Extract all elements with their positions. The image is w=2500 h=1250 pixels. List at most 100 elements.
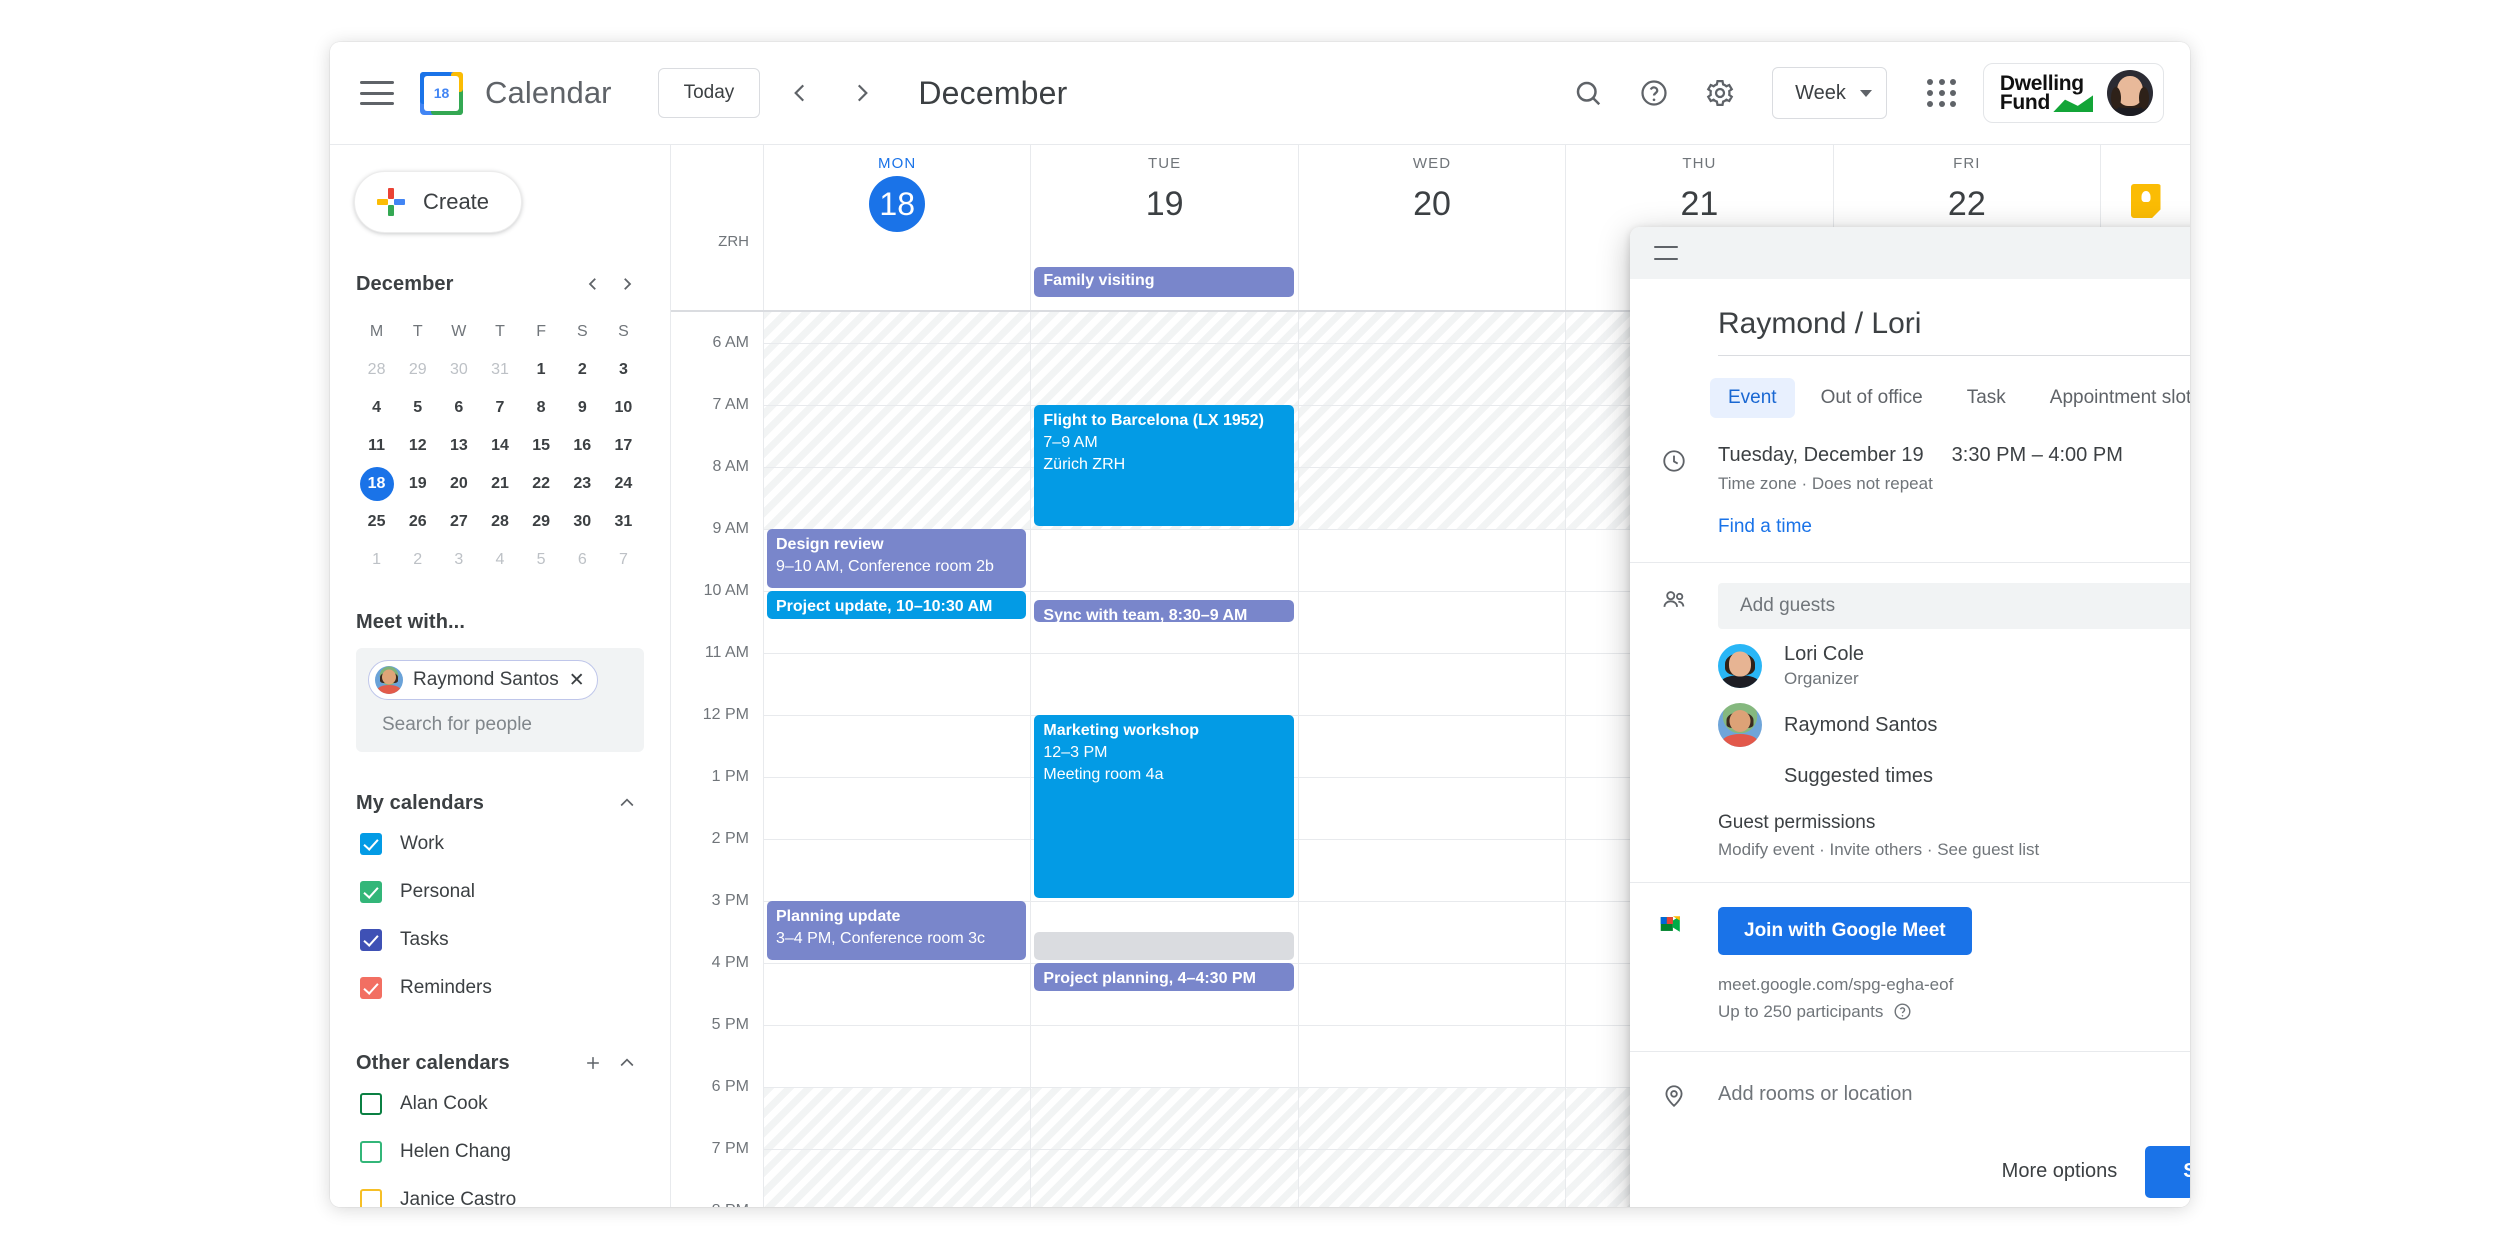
calendar-event[interactable]: Marketing workshop 12–3 PM Meeting room 4a — [1034, 715, 1294, 898]
calendar-list-item[interactable]: Tasks — [356, 916, 644, 964]
calendar-event[interactable]: Design review 9–10 AM, Conference room 2b — [767, 529, 1027, 588]
mini-calendar-day[interactable]: 2 — [397, 543, 438, 577]
google-apps-icon[interactable] — [1917, 68, 1967, 118]
calendar-list-item[interactable]: Helen Chang — [356, 1128, 644, 1176]
calendar-checkbox[interactable] — [360, 977, 382, 999]
mini-calendar-day[interactable]: 28 — [356, 353, 397, 387]
search-people-input[interactable]: Search for people — [368, 714, 632, 736]
calendar-checkbox[interactable] — [360, 1093, 382, 1115]
add-guests-input[interactable]: Add guests — [1718, 583, 2190, 629]
mini-calendar-day[interactable]: 4 — [479, 543, 520, 577]
description-row[interactable]: Add description or attachments — [1630, 1124, 2190, 1125]
mini-calendar-day[interactable]: 30 — [438, 353, 479, 387]
mini-calendar-day[interactable]: 7 — [603, 543, 644, 577]
guest-row[interactable]: Raymond Santos — [1630, 689, 2190, 747]
today-button[interactable]: Today — [657, 68, 761, 118]
day-number[interactable]: 20 — [1404, 176, 1460, 232]
mini-calendar-day[interactable]: 1 — [356, 543, 397, 577]
mini-calendar-day[interactable]: 3 — [438, 543, 479, 577]
calendar-event[interactable]: Project update, 10–10:30 AM — [767, 591, 1027, 619]
day-column-wed[interactable] — [1297, 312, 1566, 1207]
calendar-list-item[interactable]: Janice Castro — [356, 1176, 644, 1207]
mini-calendar-day[interactable]: 17 — [603, 429, 644, 463]
mini-calendar-day[interactable]: 12 — [397, 429, 438, 463]
create-button[interactable]: Create — [354, 171, 523, 233]
location-input[interactable]: Add rooms or location — [1718, 1083, 1913, 1106]
mini-calendar-day[interactable]: 23 — [562, 467, 603, 501]
mini-calendar-day[interactable]: 21 — [479, 467, 520, 501]
mini-calendar-day[interactable]: 7 — [479, 391, 520, 425]
day-column-mon[interactable]: Design review 9–10 AM, Conference room 2b… — [763, 312, 1031, 1207]
mini-calendar-grid[interactable]: M T W T F S S 28 29 30 31 1 2 3 4 5 6 7 8 9 10 11 12 13 14 15 16 17… — [356, 315, 644, 577]
mini-calendar-day[interactable]: 5 — [521, 543, 562, 577]
other-calendars-collapse-icon[interactable] — [610, 1046, 644, 1080]
mini-calendar-prev-icon[interactable] — [576, 267, 610, 301]
guest-permissions-row[interactable]: Guest permissions Modify event · Invite … — [1630, 788, 2190, 882]
day-number[interactable]: 18 — [869, 176, 926, 232]
find-a-time-link[interactable]: Find a time — [1718, 516, 1812, 538]
event-placeholder[interactable] — [1034, 932, 1294, 960]
calendar-event[interactable]: Project planning, 4–4:30 PM — [1034, 963, 1294, 991]
day-header-tue[interactable]: TUE 19 — [1030, 145, 1297, 260]
mini-calendar-day[interactable]: 31 — [603, 505, 644, 539]
event-title-input[interactable]: Raymond / Lori — [1718, 307, 2190, 356]
mini-calendar-day[interactable]: 1 — [521, 353, 562, 387]
mini-calendar-day[interactable]: 19 — [397, 467, 438, 501]
event-time-range[interactable]: 3:30 PM – 4:00 PM — [1952, 444, 2123, 467]
mini-calendar-day[interactable]: 14 — [479, 429, 520, 463]
calendar-event[interactable]: Sync with team, 8:30–9 AM — [1034, 600, 1294, 623]
mini-calendar-day[interactable]: 3 — [603, 353, 644, 387]
mini-calendar-day[interactable]: 8 — [521, 391, 562, 425]
avatar[interactable] — [2107, 70, 2153, 116]
event-timezone-repeat[interactable]: Time zone · Does not repeat — [1718, 474, 2190, 494]
day-number[interactable]: 21 — [1671, 176, 1727, 232]
mini-calendar-day[interactable]: 2 — [562, 353, 603, 387]
day-header-mon[interactable]: MON 18 — [763, 145, 1030, 260]
my-calendars-collapse-icon[interactable] — [610, 786, 644, 820]
help-icon[interactable] — [1628, 67, 1680, 119]
calendar-list-item[interactable]: Alan Cook — [356, 1080, 644, 1128]
calendar-checkbox[interactable] — [360, 1189, 382, 1207]
tab-task[interactable]: Task — [1949, 378, 2024, 418]
day-column-tue[interactable]: Flight to Barcelona (LX 1952) 7–9 AM Züric… — [1030, 312, 1298, 1207]
mini-calendar-day[interactable]: 10 — [603, 391, 644, 425]
calendar-list-item[interactable]: Work — [356, 820, 644, 868]
meet-help-icon[interactable] — [1893, 1002, 1912, 1021]
suggested-times-link[interactable]: Suggested times — [1630, 747, 2190, 788]
previous-period-icon[interactable] — [778, 71, 822, 115]
mini-calendar-day[interactable]: 6 — [438, 391, 479, 425]
mini-calendar-day[interactable]: 5 — [397, 391, 438, 425]
calendar-event[interactable]: Flight to Barcelona (LX 1952) 7–9 AM Züric… — [1034, 405, 1294, 526]
join-google-meet-button[interactable]: Join with Google Meet — [1718, 907, 1972, 955]
tab-event[interactable]: Event — [1710, 378, 1795, 418]
main-menu-icon[interactable] — [360, 81, 394, 105]
calendar-checkbox[interactable] — [360, 833, 382, 855]
mini-calendar-day[interactable]: 28 — [479, 505, 520, 539]
all-day-cell[interactable] — [1297, 260, 1565, 310]
mini-calendar-day[interactable]: 6 — [562, 543, 603, 577]
all-day-cell[interactable] — [763, 260, 1030, 310]
day-header-wed[interactable]: WED 20 — [1297, 145, 1565, 260]
day-number[interactable]: 19 — [1137, 176, 1193, 232]
mini-calendar-day[interactable]: 9 — [562, 391, 603, 425]
account-chip[interactable]: Dwelling Fund — [1982, 63, 2164, 123]
mini-calendar-day[interactable]: 22 — [521, 467, 562, 501]
calendar-checkbox[interactable] — [360, 929, 382, 951]
mini-calendar-day[interactable]: 26 — [397, 505, 438, 539]
tab-out-of-office[interactable]: Out of office — [1803, 378, 1941, 418]
mini-calendar-next-icon[interactable] — [610, 267, 644, 301]
tab-appointment-slots[interactable]: Appointment slots — [2032, 378, 2190, 418]
mini-calendar-day[interactable]: 27 — [438, 505, 479, 539]
all-day-event[interactable]: Family visiting — [1034, 267, 1294, 297]
mini-calendar-day[interactable]: 15 — [521, 429, 562, 463]
view-selector[interactable]: Week — [1772, 67, 1887, 119]
calendar-event[interactable]: Planning update 3–4 PM, Conference room 3… — [767, 901, 1027, 960]
mini-calendar-day[interactable]: 29 — [397, 353, 438, 387]
calendar-list-item[interactable]: Personal — [356, 868, 644, 916]
mini-calendar-day[interactable]: 13 — [438, 429, 479, 463]
add-other-calendar-icon[interactable] — [576, 1046, 610, 1080]
mini-calendar-day[interactable]: 25 — [356, 505, 397, 539]
next-period-icon[interactable] — [840, 71, 884, 115]
mini-calendar-day[interactable]: 29 — [521, 505, 562, 539]
calendar-checkbox[interactable] — [360, 1141, 382, 1163]
